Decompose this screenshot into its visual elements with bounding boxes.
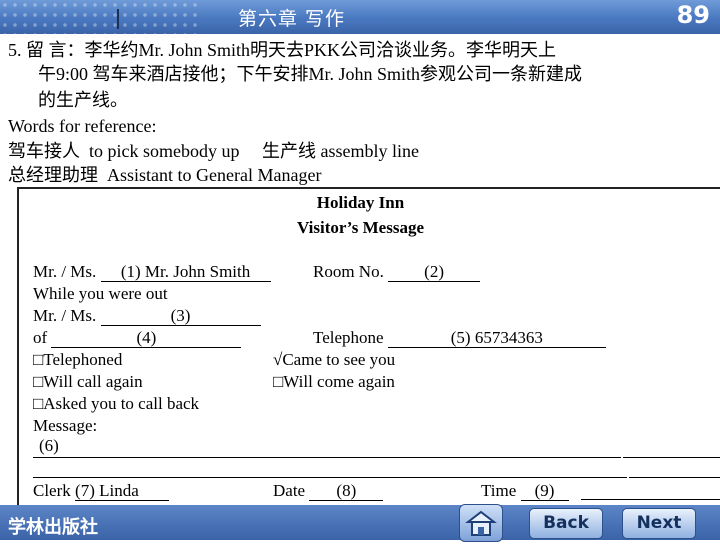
message-line-2 <box>33 477 627 478</box>
telephone-label: Telephone <box>313 328 384 347</box>
option-will-come-again: □Will come again <box>273 372 395 391</box>
date-value: (8) <box>309 481 384 501</box>
room-no-label: Room No. <box>313 262 384 281</box>
home-button[interactable] <box>459 504 503 542</box>
page-number: 89 <box>676 1 710 29</box>
reference-heading: Words for reference: <box>8 116 157 136</box>
header-divider <box>117 9 119 29</box>
option-telephoned: □Telephoned <box>33 350 123 369</box>
while-out-label: While you were out <box>33 284 168 303</box>
company-value: (4) <box>51 328 242 348</box>
mr-ms-label: Mr. / Ms. <box>33 262 97 281</box>
message-line-1 <box>33 457 621 458</box>
of-label: of <box>33 328 48 347</box>
task-line-3: 的生产线。 <box>38 90 128 110</box>
guest-name-row: Mr. / Ms. (1) Mr. John Smith <box>33 262 271 282</box>
task-line-2: 午9:00 驾车来酒店接他；下午安排Mr. John Smith参观公司一条新建… <box>38 64 583 84</box>
form-title-message: Visitor’s Message <box>297 218 424 237</box>
telephone-row: Telephone (5) 65734363 <box>313 328 606 348</box>
message-line-1-ext <box>623 457 720 458</box>
home-icon <box>465 510 497 536</box>
task-line-1: 5. 留 言：李华约Mr. John Smith明天去PKK公司洽谈业务。李华明… <box>8 40 557 60</box>
header-bar: 第六章 写作 89 <box>0 0 720 34</box>
time-label: Time <box>481 481 517 500</box>
footer-bar: 学林出版社 Back Next <box>0 504 720 542</box>
visitor-message-form: Holiday Inn Visitor’s Message Mr. / Ms. … <box>17 187 720 507</box>
date-label: Date <box>273 481 306 500</box>
back-button[interactable]: Back <box>529 508 603 539</box>
form-title-hotel: Holiday Inn <box>316 193 405 212</box>
visitor-name-value: (3) <box>100 306 261 326</box>
option-will-call-again: □Will call again <box>33 372 143 391</box>
mr-ms-label-2: Mr. / Ms. <box>33 306 97 325</box>
clerk-value: (7) Linda <box>75 481 170 501</box>
time-row: Time (9) <box>481 481 569 501</box>
clerk-row: Clerk (7) Linda <box>33 481 170 501</box>
telephone-value: (5) 65734363 <box>387 328 606 348</box>
company-row: of (4) <box>33 328 242 348</box>
header-dot-pattern <box>0 0 200 34</box>
message-line-2-ext <box>629 477 720 478</box>
reference-line-2: 总经理助理 Assistant to General Manager <box>8 165 322 185</box>
room-no-value: (2) <box>388 262 481 282</box>
next-button[interactable]: Next <box>622 508 696 539</box>
date-row: Date (8) <box>273 481 384 501</box>
reference-line-1: 驾车接人 to pick somebody up 生产线 assembly li… <box>8 141 419 161</box>
guest-name-value: (1) Mr. John Smith <box>100 262 271 282</box>
option-asked-call-back: □Asked you to call back <box>33 394 200 413</box>
publisher-name: 学林出版社 <box>8 517 98 538</box>
clerk-label: Clerk <box>33 481 71 500</box>
room-row: Room No. (2) <box>313 262 481 282</box>
message-value: (6) <box>39 436 59 455</box>
chapter-title: 第六章 写作 <box>238 8 346 30</box>
time-line-ext <box>581 499 720 500</box>
message-label: Message: <box>33 416 98 435</box>
visitor-name-row: Mr. / Ms. (3) <box>33 306 261 326</box>
time-value: (9) <box>520 481 569 501</box>
option-came-to-see-you: √Came to see you <box>273 350 396 369</box>
